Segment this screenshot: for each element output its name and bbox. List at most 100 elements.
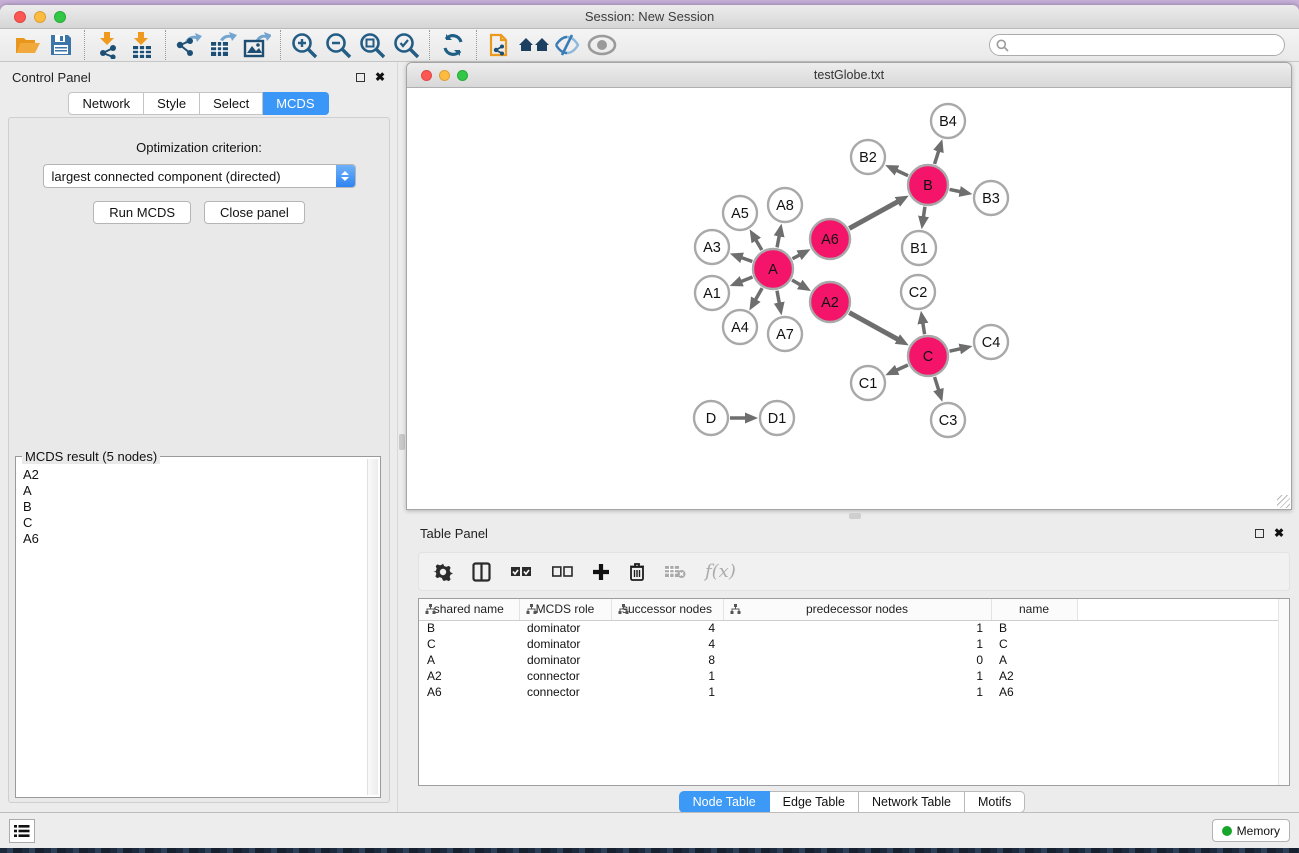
graph-node-B[interactable]: B (908, 165, 948, 205)
graph-node-B2[interactable]: B2 (851, 140, 885, 174)
graph-node-C2[interactable]: C2 (901, 275, 935, 309)
maximize-window-icon[interactable] (54, 11, 66, 23)
horizontal-splitter-grip[interactable] (849, 513, 861, 519)
graph-node-A2[interactable]: A2 (810, 282, 850, 322)
table-row[interactable]: A2connector11A2 (419, 668, 1289, 684)
minimize-window-icon[interactable] (34, 11, 46, 23)
export-table-button[interactable] (206, 31, 240, 59)
maximize-network-icon[interactable] (457, 70, 468, 81)
export-network-button[interactable] (172, 31, 206, 59)
graph-node-A5[interactable]: A5 (723, 196, 757, 230)
cell-MCDS-role[interactable]: dominator (519, 652, 611, 668)
table-row[interactable]: Adominator80A (419, 652, 1289, 668)
graph-node-B3[interactable]: B3 (974, 181, 1008, 215)
cell-successor-nodes[interactable]: 4 (611, 620, 723, 636)
graph-edge-A-A5[interactable] (756, 240, 762, 250)
graph-edge-A2-C[interactable] (849, 313, 898, 340)
minimize-network-icon[interactable] (439, 70, 450, 81)
refresh-view-button[interactable] (436, 31, 470, 59)
graph-node-C1[interactable]: C1 (851, 366, 885, 400)
cell-successor-nodes[interactable]: 8 (611, 652, 723, 668)
float-panel-icon[interactable] (356, 73, 365, 82)
tab-network-table[interactable]: Network Table (859, 791, 965, 813)
graph-edge-B-B2[interactable] (896, 170, 908, 176)
graph-edge-A-A1[interactable] (741, 277, 753, 282)
result-item[interactable]: A6 (18, 531, 378, 547)
cell-MCDS-role[interactable]: connector (519, 684, 611, 700)
cell-name[interactable]: A2 (991, 668, 1077, 684)
window-resize-grip[interactable] (1277, 495, 1290, 508)
column-header-predecessor-nodes[interactable]: predecessor nodes (723, 599, 991, 620)
select-all-button[interactable] (510, 565, 532, 579)
delete-table-button[interactable] (664, 564, 686, 579)
save-session-button[interactable] (44, 31, 78, 59)
cell-successor-nodes[interactable]: 1 (611, 668, 723, 684)
cell-predecessor-nodes[interactable]: 1 (723, 620, 991, 636)
show-hide-annotations-button[interactable] (585, 31, 619, 59)
close-panel-button[interactable]: Close panel (204, 201, 305, 224)
result-item[interactable]: A (18, 483, 378, 499)
graph-edge-A-A2[interactable] (792, 280, 801, 285)
column-header-MCDS-role[interactable]: MCDS role (519, 599, 611, 620)
graph-edge-C-C3[interactable] (935, 377, 939, 390)
tab-select[interactable]: Select (200, 92, 263, 115)
graph-node-D[interactable]: D (694, 401, 728, 435)
graph-node-A1[interactable]: A1 (695, 276, 729, 310)
graph-edge-C-C2[interactable] (923, 323, 925, 335)
cell-shared-name[interactable]: A2 (419, 668, 519, 684)
mcds-result-list[interactable]: A2ABCA6 (18, 459, 378, 795)
tab-network[interactable]: Network (68, 92, 144, 115)
cell-shared-name[interactable]: A (419, 652, 519, 668)
criterion-select[interactable]: largest connected component (directed) (43, 164, 356, 188)
graph-edge-C-C1[interactable] (896, 365, 908, 370)
deselect-all-button[interactable] (551, 565, 573, 579)
result-item[interactable]: C (18, 515, 378, 531)
column-header-successor-nodes[interactable]: successor nodes (611, 599, 723, 620)
graph-node-D1[interactable]: D1 (760, 401, 794, 435)
zoom-in-button[interactable] (287, 31, 321, 59)
table-settings-button[interactable] (433, 562, 453, 582)
export-image-button[interactable] (240, 31, 274, 59)
cell-predecessor-nodes[interactable]: 0 (723, 652, 991, 668)
toggle-graphics-details-button[interactable] (551, 31, 585, 59)
graph-node-A4[interactable]: A4 (723, 310, 757, 344)
tab-style[interactable]: Style (144, 92, 200, 115)
graph-node-A7[interactable]: A7 (768, 317, 802, 351)
cell-successor-nodes[interactable]: 4 (611, 636, 723, 652)
search-input[interactable] (1013, 37, 1278, 53)
import-table-button[interactable] (125, 31, 159, 59)
zoom-fit-button[interactable] (355, 31, 389, 59)
cell-name[interactable]: C (991, 636, 1077, 652)
graph-node-A8[interactable]: A8 (768, 188, 802, 222)
graph-edge-A-A4[interactable] (755, 288, 762, 300)
import-network-button[interactable] (91, 31, 125, 59)
cell-shared-name[interactable]: A6 (419, 684, 519, 700)
search-field[interactable] (989, 34, 1285, 56)
graph-node-C3[interactable]: C3 (931, 403, 965, 437)
cell-shared-name[interactable]: C (419, 636, 519, 652)
table-row[interactable]: Cdominator41C (419, 636, 1289, 652)
tab-edge-table[interactable]: Edge Table (770, 791, 859, 813)
cybrowser-home-button[interactable] (517, 31, 551, 59)
new-network-from-selection-button[interactable] (483, 31, 517, 59)
cell-successor-nodes[interactable]: 1 (611, 684, 723, 700)
graph-node-C[interactable]: C (908, 336, 948, 376)
cell-MCDS-role[interactable]: dominator (519, 636, 611, 652)
graph-edge-B-B1[interactable] (923, 207, 925, 218)
cell-name[interactable]: A6 (991, 684, 1077, 700)
delete-column-button[interactable] (629, 562, 645, 581)
graph-edge-B-B3[interactable] (950, 189, 961, 191)
graph-edge-A-A7[interactable] (777, 291, 779, 304)
cell-name[interactable]: B (991, 620, 1077, 636)
graph-edge-C-C4[interactable] (949, 349, 960, 352)
graph-edge-A-A3[interactable] (741, 258, 752, 262)
zoom-out-button[interactable] (321, 31, 355, 59)
graph-node-B4[interactable]: B4 (931, 104, 965, 138)
graph-edge-A-A6[interactable] (792, 255, 799, 259)
run-mcds-button[interactable]: Run MCDS (93, 201, 191, 224)
task-history-button[interactable] (9, 819, 35, 843)
cell-MCDS-role[interactable]: connector (519, 668, 611, 684)
column-header-name[interactable]: name (991, 599, 1077, 620)
cell-name[interactable]: A (991, 652, 1077, 668)
graph-edge-A6-B[interactable] (849, 201, 898, 228)
